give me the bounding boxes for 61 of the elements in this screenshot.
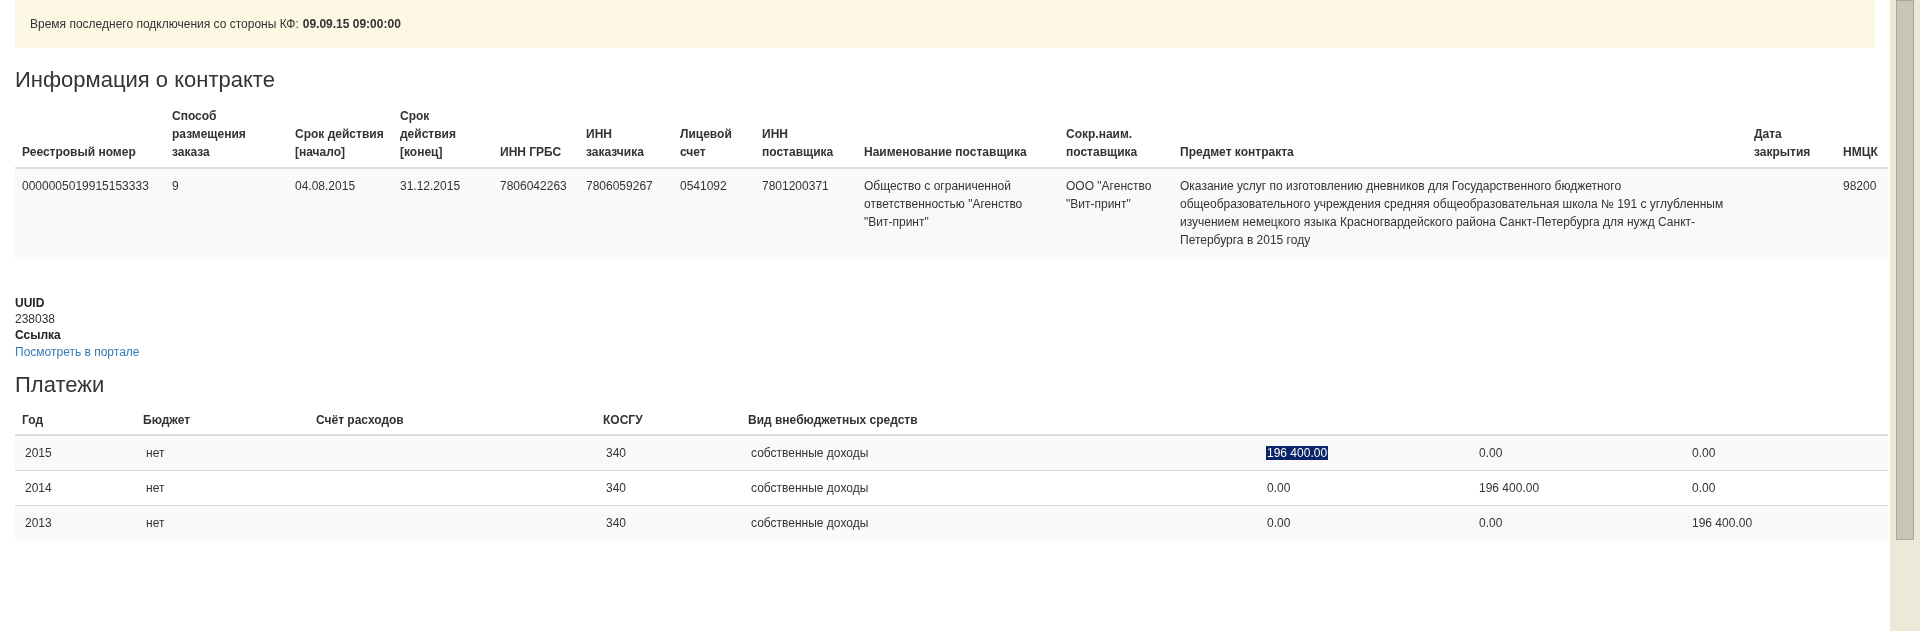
column-header: Способ размещения заказа bbox=[172, 109, 246, 159]
portal-link[interactable]: Посмотреть в портале bbox=[15, 344, 140, 360]
column-header: ИНН заказчика bbox=[586, 127, 644, 159]
table-cell: собственные доходы bbox=[751, 515, 869, 530]
column-header: Сокр.наим. поставщика bbox=[1066, 127, 1138, 159]
column-header: НМЦК bbox=[1843, 145, 1878, 159]
table-cell: 0000005019915153333 bbox=[22, 179, 149, 193]
table-cell: нет bbox=[146, 480, 165, 495]
scrollbar-thumb[interactable] bbox=[1896, 0, 1914, 540]
table-cell: 2015 bbox=[25, 445, 52, 460]
column-header: Реестровый номер bbox=[22, 145, 136, 159]
column-header: Предмет контракта bbox=[1180, 145, 1294, 159]
banner-value: 09.09.15 09:00:00 bbox=[302, 16, 401, 33]
table-cell: 7806059267 bbox=[586, 179, 653, 193]
table-cell: 340 bbox=[606, 445, 627, 460]
table-cell: 0541092 bbox=[680, 179, 727, 193]
banner-label: Время последнего подключения со стороны КФ: bbox=[30, 16, 299, 33]
section-title: Информация о контракте bbox=[15, 67, 276, 93]
table-cell: 340 bbox=[606, 480, 627, 495]
table-cell: 340 bbox=[606, 515, 627, 530]
table-cell: 04.08.2015 bbox=[295, 179, 356, 193]
table-cell: 0.00 bbox=[1478, 445, 1504, 460]
column-header: Вид внебюджетных средств bbox=[748, 413, 918, 427]
column-header: ИНН поставщика bbox=[762, 127, 834, 159]
table-cell: 0.00 bbox=[1478, 515, 1504, 530]
table-cell: 7801200371 bbox=[762, 179, 829, 193]
detail-label: Ссылка bbox=[15, 327, 61, 343]
column-header: ИНН ГРБС bbox=[500, 145, 562, 159]
column-header: Год bbox=[22, 413, 43, 427]
table-cell: 0.00 bbox=[1266, 480, 1292, 495]
column-header: Срок действия [конец] bbox=[400, 109, 456, 159]
table-cell: Общество с ограниченной ответственностью "Агенство "Вит-принт" bbox=[864, 179, 1023, 229]
table-cell: 2013 bbox=[25, 515, 52, 530]
table-cell: 196 400.00 bbox=[1266, 445, 1329, 460]
table-cell: 196 400.00 bbox=[1691, 515, 1754, 530]
table-cell: 196 400.00 bbox=[1478, 480, 1541, 495]
table-cell: Оказание услуг по изготовлению дневников для Государственного бюджетного общеобразовательного учреждения средняя общеобразовательная школа № 191 с углубленным изучением немецкого языка Красногвардейского района Санкт-Петербурга для нужд Санкт-Петербурга в 2015 году bbox=[1180, 179, 1724, 247]
detail-value: 238038 bbox=[15, 311, 56, 327]
table-cell: 0.00 bbox=[1691, 480, 1717, 495]
column-header: КОСГУ bbox=[603, 413, 643, 427]
table-cell: собственные доходы bbox=[751, 445, 869, 460]
column-header: Наименование поставщика bbox=[864, 145, 1027, 159]
table-cell: 7806042263 bbox=[500, 179, 567, 193]
table-cell: 2014 bbox=[25, 480, 52, 495]
table-cell: 9 bbox=[172, 179, 179, 193]
column-header: Бюджет bbox=[143, 413, 191, 427]
table-cell: нет bbox=[146, 515, 165, 530]
column-header: Срок действия [начало] bbox=[295, 127, 384, 159]
column-header: Счёт расходов bbox=[316, 413, 404, 427]
table-cell: 0.00 bbox=[1691, 445, 1717, 460]
column-header: Дата закрытия bbox=[1754, 127, 1811, 159]
section-title: Платежи bbox=[15, 372, 106, 398]
detail-label: UUID bbox=[15, 295, 45, 311]
table-cell: 31.12.2015 bbox=[400, 179, 461, 193]
table-cell: собственные доходы bbox=[751, 480, 869, 495]
table-cell: ООО "Агенство "Вит-принт" bbox=[1066, 179, 1152, 211]
table-cell: нет bbox=[146, 445, 165, 460]
column-header: Лицевой счет bbox=[680, 127, 732, 159]
table-cell: 0.00 bbox=[1266, 515, 1292, 530]
scrollbar[interactable] bbox=[1890, 0, 1920, 631]
table-cell: 98200 bbox=[1843, 179, 1877, 193]
